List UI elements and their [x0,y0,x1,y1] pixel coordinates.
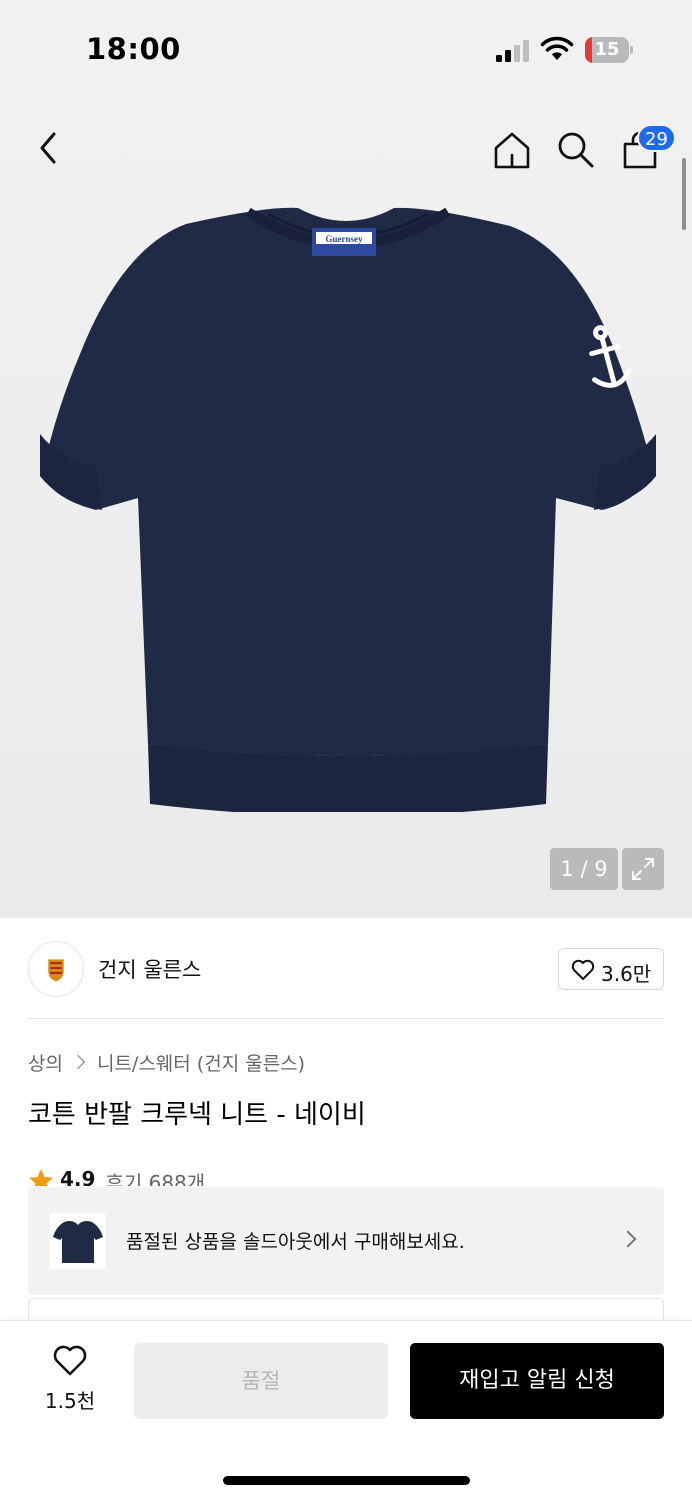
product-thumbnail [50,1213,106,1269]
chevron-right-icon [70,1054,86,1070]
search-icon[interactable] [556,130,596,170]
soldout-button[interactable]: 품절 [134,1343,388,1419]
brand-row[interactable]: 건지 울른스 3.6만 [28,940,664,998]
cart-count-badge[interactable]: 29 [637,124,676,152]
restock-alert-button[interactable]: 재입고 알림 신청 [410,1343,664,1419]
cellular-signal-icon [496,40,529,62]
rating-row[interactable]: 4.9 후기 688개 [28,1164,205,1186]
back-arrow-icon[interactable] [34,128,66,168]
home-indicator[interactable] [223,1476,470,1485]
battery-icon: 15 [585,37,633,63]
soldout-banner-text: 품절된 상품을 솔드아웃에서 구매해보세요. [126,1231,465,1253]
heart-icon [571,959,595,980]
image-page-counter: 1 / 9 [550,848,618,890]
review-count[interactable]: 후기 688개 [105,1167,205,1186]
product-image-gallery[interactable]: 29 Guernsey 1 / 9 [0,100,692,918]
divider [28,1018,664,1019]
status-time: 18:00 [86,32,181,66]
scroll-indicator [682,158,686,230]
brand-like-button[interactable]: 3.6만 [558,948,664,990]
product-photo-knit-tee[interactable]: Guernsey [36,204,660,812]
rating-score: 4.9 [60,1167,96,1186]
brand-like-count: 3.6만 [601,962,652,986]
soldout-market-banner[interactable]: 품절된 상품을 솔드아웃에서 구매해보세요. [28,1187,664,1295]
breadcrumb-subcategory[interactable]: 니트/스웨터 (건지 울른스) [97,1049,305,1076]
status-bar: 18:00 15 [0,0,692,100]
chevron-right-icon [619,1230,637,1248]
garment-label-text: Guernsey [326,234,363,244]
wishlist-heart-icon[interactable] [52,1345,88,1377]
wifi-icon [540,36,574,60]
home-icon[interactable] [492,130,532,170]
breadcrumb: 상의 니트/스웨터 (건지 울른스) [28,1049,305,1075]
star-icon [29,1169,53,1186]
expand-icon[interactable] [622,848,664,890]
wishlist-count: 1.5천 [44,1389,96,1413]
brand-logo[interactable] [28,941,84,997]
bottom-action-bar: 1.5천 품절 재입고 알림 신청 [0,1320,692,1500]
battery-percent: 15 [594,39,620,60]
breadcrumb-category[interactable]: 상의 [28,1049,63,1076]
brand-name[interactable]: 건지 울른스 [98,954,201,984]
product-title: 코튼 반팔 크루넥 니트 - 네이비 [28,1100,366,1130]
